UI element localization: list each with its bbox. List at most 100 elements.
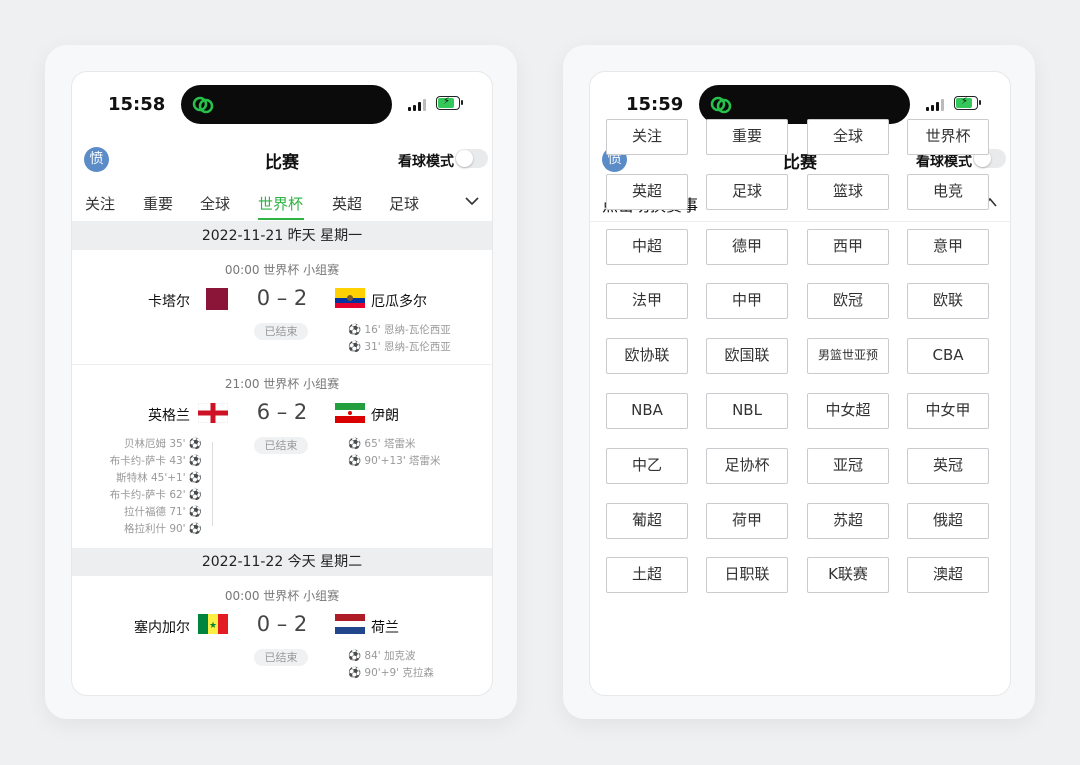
match-score[interactable]: 0 – 2 <box>256 286 308 310</box>
match-score[interactable]: 0 – 2 <box>256 612 308 636</box>
phone-screen-competition-picker: 15:59 ⚡ 愤 比赛 看球模式 点击切换赛事 关注重要全球世界杯英超足球篮球… <box>589 71 1011 696</box>
goal-event: ⚽ 90'+9' 克拉森 <box>348 667 434 679</box>
competition-option[interactable]: 男篮世亚预 <box>807 338 889 375</box>
goal-event: 斯特林 45'+1' ⚽ <box>116 472 202 484</box>
battery-icon: ⚡ <box>954 96 981 110</box>
competition-option[interactable]: 英冠 <box>907 447 989 484</box>
goal-event: ⚽ 16' 恩纳-瓦伦西亚 <box>348 324 451 336</box>
match-score[interactable]: 6 – 2 <box>256 400 308 424</box>
tab-world-cup[interactable]: 世界杯 <box>258 193 303 214</box>
qatar-flag-icon <box>206 288 228 310</box>
competition-tabs: 关注 重要 全球 世界杯 英超 足球 <box>72 185 492 222</box>
signal-icon <box>926 99 946 111</box>
competition-option[interactable]: 日职联 <box>706 557 788 594</box>
competition-option[interactable]: 足球 <box>706 173 788 210</box>
status-bar: 15:58 ⚡ <box>72 72 492 134</box>
dynamic-island <box>181 85 392 124</box>
goal-event: ⚽ 84' 加克波 <box>348 650 416 662</box>
competition-option[interactable]: 法甲 <box>606 283 688 320</box>
competition-option[interactable]: 俄超 <box>907 502 989 539</box>
tab-football[interactable]: 足球 <box>389 193 419 214</box>
competition-option[interactable]: 中乙 <box>606 447 688 484</box>
signal-icon <box>408 99 428 111</box>
competition-option[interactable]: 德甲 <box>706 228 788 265</box>
competition-option[interactable]: 意甲 <box>907 228 989 265</box>
home-team[interactable]: 英格兰 <box>148 405 190 425</box>
watch-mode-toggle[interactable] <box>455 149 488 168</box>
goal-event: ⚽ 90'+13' 塔雷米 <box>348 455 441 467</box>
competition-option[interactable]: 英超 <box>606 173 688 210</box>
competition-option[interactable]: 关注 <box>606 119 688 155</box>
competition-option[interactable]: 澳超 <box>907 557 989 594</box>
competition-option[interactable]: 土超 <box>606 557 688 594</box>
competition-option[interactable]: 中超 <box>606 228 688 265</box>
goal-event: 布卡约-萨卡 62' ⚽ <box>109 489 202 501</box>
competition-option[interactable]: 亚冠 <box>807 447 889 484</box>
svg-text:★: ★ <box>209 621 217 631</box>
competition-option[interactable]: 欧冠 <box>807 283 889 320</box>
status-time: 15:58 <box>108 94 166 115</box>
senegal-flag-icon: ★ <box>198 614 228 634</box>
tab-follow[interactable]: 关注 <box>85 193 115 214</box>
home-team[interactable]: 塞内加尔 <box>134 617 190 637</box>
goal-event: 格拉利什 90' ⚽ <box>123 523 202 535</box>
away-team[interactable]: 厄瓜多尔 <box>371 291 427 311</box>
match-meta: 00:00 世界杯 小组赛 <box>224 263 340 277</box>
competition-option[interactable]: 葡超 <box>606 502 688 539</box>
goal-event: 贝林厄姆 35' ⚽ <box>123 438 202 450</box>
competition-option[interactable]: CBA <box>907 338 989 375</box>
status-badge: 已结束 <box>254 437 308 454</box>
match-meta: 21:00 世界杯 小组赛 <box>224 377 340 391</box>
divider <box>72 364 492 365</box>
date-header: 2022-11-22 今天 星期二 <box>72 548 492 576</box>
competition-option[interactable]: NBL <box>706 393 788 429</box>
watch-mode-label: 看球模式 <box>398 154 454 170</box>
england-flag-icon <box>198 403 228 423</box>
iran-flag-icon <box>335 403 365 423</box>
competition-option[interactable]: 苏超 <box>807 502 889 539</box>
competition-option[interactable]: NBA <box>606 393 688 429</box>
phone-screen-matches: 15:58 ⚡ 愤 比赛 看球模式 关注 重要 全球 世界杯 英超 足球 202… <box>71 71 493 696</box>
competition-option[interactable]: 中女超 <box>807 393 889 429</box>
netherlands-flag-icon <box>335 614 365 634</box>
competition-option[interactable]: 欧联 <box>907 283 989 320</box>
app-header: 愤 比赛 看球模式 <box>72 144 492 178</box>
right-screenshot-card: 15:59 ⚡ 愤 比赛 看球模式 点击切换赛事 关注重要全球世界杯英超足球篮球… <box>563 45 1035 719</box>
goal-event: 布卡约-萨卡 43' ⚽ <box>109 455 202 467</box>
status-time: 15:59 <box>626 94 684 115</box>
timeline-line <box>212 442 213 526</box>
competition-option[interactable]: K联赛 <box>807 557 889 594</box>
chevron-down-icon[interactable] <box>464 193 480 209</box>
goal-event: ⚽ 31' 恩纳-瓦伦西亚 <box>348 341 451 353</box>
left-screenshot-card: 15:58 ⚡ 愤 比赛 看球模式 关注 重要 全球 世界杯 英超 足球 202… <box>45 45 517 719</box>
competition-option[interactable]: 中女甲 <box>907 393 989 429</box>
competition-option[interactable]: 欧协联 <box>606 338 688 375</box>
tab-global[interactable]: 全球 <box>200 193 230 214</box>
competition-option[interactable]: 篮球 <box>807 173 889 210</box>
home-team[interactable]: 卡塔尔 <box>148 291 190 311</box>
competition-option[interactable]: 世界杯 <box>907 119 989 155</box>
competition-option[interactable]: 西甲 <box>807 228 889 265</box>
competition-option[interactable]: 中甲 <box>706 283 788 320</box>
competition-option[interactable]: 欧国联 <box>706 338 788 375</box>
away-team[interactable]: 荷兰 <box>371 617 399 637</box>
active-tab-indicator <box>258 218 304 220</box>
competition-option[interactable]: 足协杯 <box>706 447 788 484</box>
tab-important[interactable]: 重要 <box>143 193 173 214</box>
competition-option[interactable]: 重要 <box>706 119 788 155</box>
goal-event: 拉什福德 71' ⚽ <box>123 506 202 518</box>
date-header: 2022-11-21 昨天 星期一 <box>72 222 492 250</box>
goal-event: ⚽ 65' 塔雷米 <box>348 438 416 450</box>
tab-premier-league[interactable]: 英超 <box>332 193 362 214</box>
competition-option[interactable]: 全球 <box>807 119 889 155</box>
status-badge: 已结束 <box>254 649 308 666</box>
match-meta: 00:00 世界杯 小组赛 <box>224 589 340 603</box>
competition-option[interactable]: 荷甲 <box>706 502 788 539</box>
battery-icon: ⚡ <box>436 96 463 110</box>
away-team[interactable]: 伊朗 <box>371 405 399 425</box>
competition-option[interactable]: 电竞 <box>907 173 989 210</box>
ecuador-flag-icon <box>335 288 365 308</box>
status-badge: 已结束 <box>254 323 308 340</box>
chat-bubbles-icon <box>710 96 732 114</box>
chat-bubbles-icon <box>192 96 214 114</box>
